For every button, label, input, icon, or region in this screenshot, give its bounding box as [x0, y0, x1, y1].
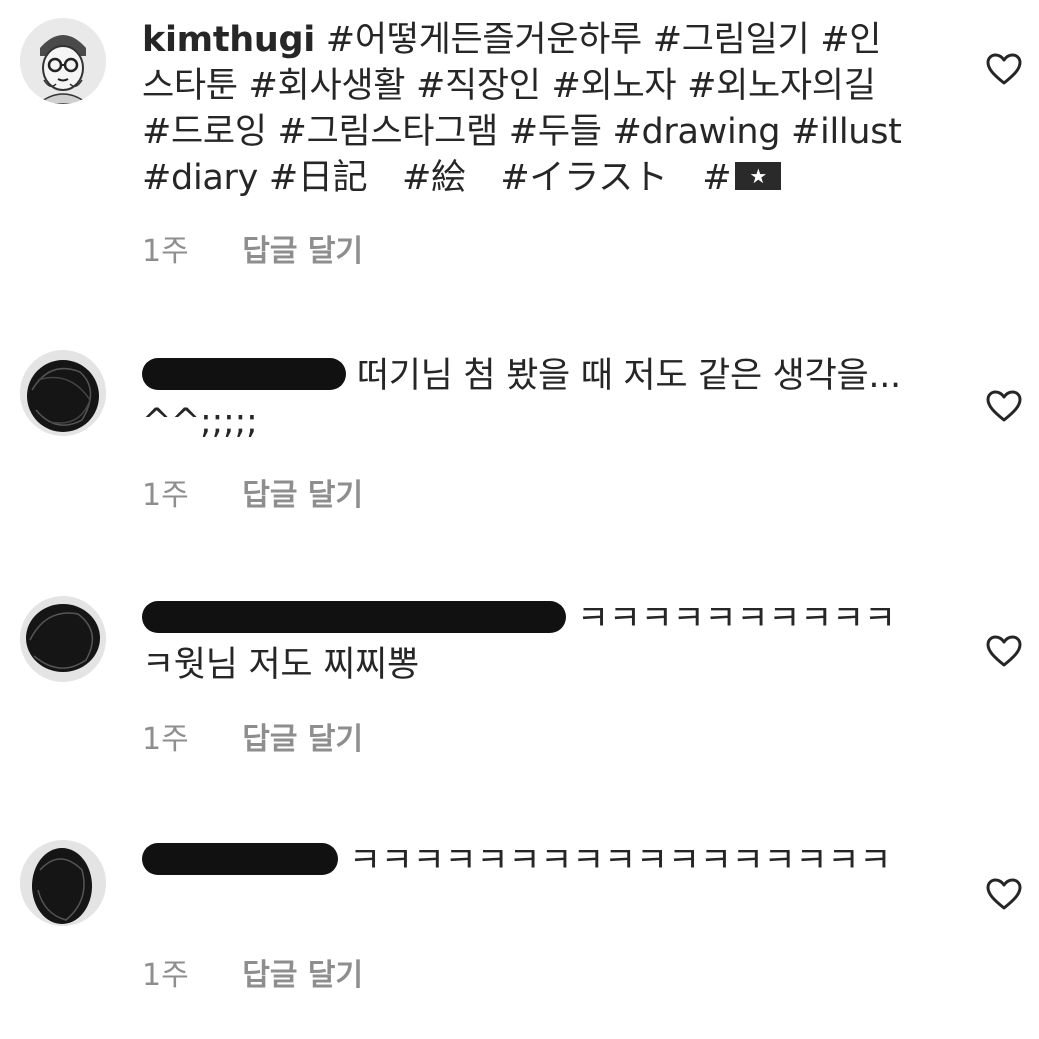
reply-button[interactable]: 답글 달기 [242, 958, 363, 993]
like-button[interactable] [985, 389, 1023, 423]
avatar[interactable] [20, 350, 106, 436]
comment-body: kimthugi #어떻게든즐거운하루 #그림일기 #인스타툰 #회사생활 #직… [142, 17, 902, 201]
comment-meta: 1주 답글 달기 [142, 226, 363, 270]
comment-meta: 1주 답글 달기 [142, 470, 363, 514]
redacted-username[interactable] [142, 843, 338, 875]
heart-outline-icon [986, 635, 1022, 667]
redacted-username[interactable] [142, 358, 346, 390]
avatar[interactable] [20, 840, 106, 926]
reply-button[interactable]: 답글 달기 [242, 478, 363, 513]
reply-button[interactable]: 답글 달기 [242, 234, 363, 269]
heart-outline-icon [986, 390, 1022, 422]
heart-outline-icon [986, 53, 1022, 85]
like-button[interactable] [985, 634, 1023, 668]
redacted-username[interactable] [142, 601, 566, 633]
avatar[interactable] [20, 596, 106, 682]
like-button[interactable] [985, 877, 1023, 911]
scribbled-avatar-icon [20, 840, 106, 926]
heart-outline-icon [986, 878, 1022, 910]
comment-time: 1주 [142, 958, 189, 993]
flag-emoji-icon: ★ [735, 162, 782, 190]
comment-body: 떠기님 첨 봤을 때 저도 같은 생각을... ^^;;;;; [142, 353, 902, 445]
cartoon-avatar-icon [20, 18, 106, 104]
comment-meta: 1주 답글 달기 [142, 714, 363, 758]
comment-time: 1주 [142, 722, 189, 757]
scribbled-avatar-icon [20, 596, 106, 682]
comment-username[interactable]: kimthugi [142, 20, 315, 60]
comment-body: ㅋㅋㅋㅋㅋㅋㅋㅋㅋㅋㅋ웟님 저도 찌찌뽕 [142, 596, 902, 688]
reply-button[interactable]: 답글 달기 [242, 722, 363, 757]
comment-text: ㅋㅋㅋㅋㅋㅋㅋㅋㅋㅋㅋㅋㅋㅋㅋㅋㅋ [348, 841, 892, 881]
scribbled-avatar-icon [20, 350, 106, 436]
avatar[interactable] [20, 18, 106, 104]
comment-meta: 1주 답글 달기 [142, 950, 363, 994]
comment-time: 1주 [142, 234, 189, 269]
like-button[interactable] [985, 52, 1023, 86]
comment-body: ㅋㅋㅋㅋㅋㅋㅋㅋㅋㅋㅋㅋㅋㅋㅋㅋㅋ [142, 838, 902, 884]
comment-time: 1주 [142, 478, 189, 513]
